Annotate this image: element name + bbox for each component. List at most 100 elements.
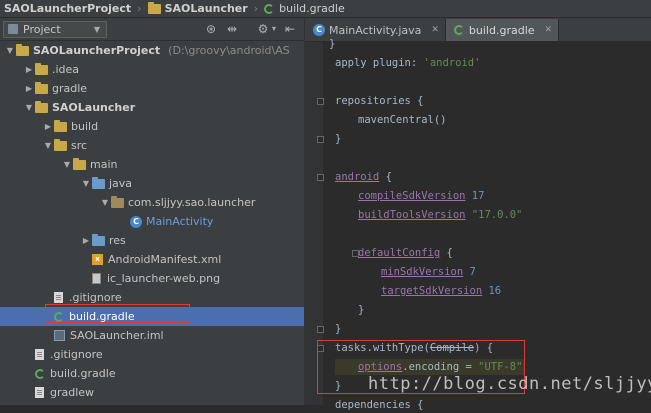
- tree-item[interactable]: ▼ java: [0, 174, 304, 193]
- code-line: }: [335, 323, 342, 335]
- tab-label: build.gradle: [468, 23, 535, 37]
- package-icon: [111, 195, 124, 208]
- folder-icon: [54, 119, 67, 132]
- folder-icon: [54, 138, 67, 151]
- class-icon: C: [130, 215, 142, 228]
- code-token: defaultConfig: [358, 247, 441, 259]
- code-token: compileSdkVersion: [358, 190, 466, 202]
- tree-item-label: build.gradle: [50, 367, 116, 380]
- tree-item[interactable]: ▼ src: [0, 136, 304, 155]
- tree-item[interactable]: SAOLauncher.iml: [0, 326, 304, 345]
- folder-icon: [35, 81, 48, 94]
- code-line: compileSdkVersion 17: [358, 188, 484, 204]
- settings-icon[interactable]: ⊛: [203, 21, 219, 37]
- tree-item[interactable]: ▶ .idea: [0, 60, 304, 79]
- breadcrumb-file-label: build.gradle: [279, 2, 345, 15]
- expand-arrow-icon[interactable]: ▼: [99, 198, 111, 207]
- folder-icon: [147, 1, 161, 14]
- fold-marker[interactable]: [317, 174, 324, 181]
- module-file-icon: [54, 330, 65, 341]
- split-icon[interactable]: ⇹: [224, 21, 240, 37]
- tree-item[interactable]: .gitignore: [0, 345, 304, 364]
- expand-arrow-icon[interactable]: ▼: [61, 160, 73, 169]
- image-file-icon: [92, 273, 101, 284]
- tree-item[interactable]: gradlew: [0, 383, 304, 402]
- tab-build-gradle[interactable]: build.gradle ✕: [445, 19, 560, 41]
- close-icon[interactable]: ✕: [431, 25, 439, 35]
- text-file-icon: [35, 387, 44, 398]
- navigation-breadcrumb: SAOLauncherProject › SAOLauncher › build…: [0, 0, 651, 18]
- code-line: targetSdkVersion 16: [381, 283, 501, 299]
- code-number: 17: [471, 190, 485, 202]
- expand-arrow-icon[interactable]: ▼: [4, 46, 16, 55]
- code-token: apply plugin: [335, 57, 411, 69]
- collapse-arrow-icon[interactable]: ▶: [80, 236, 92, 245]
- code-token: targetSdkVersion: [381, 285, 483, 297]
- tab-mainactivity[interactable]: C MainActivity.java ✕: [305, 19, 446, 41]
- tree-item[interactable]: C MainActivity: [0, 212, 304, 231]
- tree-item-label: SAOLauncher: [52, 101, 136, 114]
- source-folder-icon: [92, 233, 105, 246]
- collapse-arrow-icon[interactable]: ▶: [42, 122, 54, 131]
- tree-item[interactable]: ▶ res: [0, 231, 304, 250]
- tree-item[interactable]: build.gradle: [0, 364, 304, 383]
- collapse-arrow-icon[interactable]: ▶: [23, 84, 35, 93]
- breadcrumb-module[interactable]: SAOLauncher: [144, 0, 252, 17]
- code-string: "17.0.0": [471, 209, 523, 221]
- highlight-box: [45, 304, 190, 323]
- code-line: apply plugin: 'android': [335, 57, 481, 69]
- project-view-selector[interactable]: Project ▼: [3, 20, 107, 38]
- code-editor[interactable]: } apply plugin: 'android' repositories {…: [317, 38, 651, 411]
- breadcrumb-project[interactable]: SAOLauncherProject: [0, 0, 135, 17]
- breadcrumb-file[interactable]: build.gradle: [260, 0, 349, 17]
- code-token: dependencies: [335, 399, 411, 411]
- expand-arrow-icon[interactable]: ▼: [23, 103, 35, 112]
- fold-marker[interactable]: [317, 98, 324, 105]
- fold-marker[interactable]: [317, 136, 324, 143]
- breadcrumb-project-label: SAOLauncherProject: [4, 2, 132, 15]
- code-number: 7: [469, 266, 476, 278]
- tree-item[interactable]: x AndroidManifest.xml: [0, 250, 304, 269]
- collapse-icon[interactable]: ⇤: [282, 21, 298, 37]
- code-token: android: [335, 171, 380, 183]
- code-line: dependencies {: [335, 399, 424, 411]
- code-number: 16: [488, 285, 502, 297]
- collapse-arrow-icon[interactable]: ▶: [23, 65, 35, 74]
- tree-item-label: build: [71, 120, 99, 133]
- project-icon: [8, 24, 18, 34]
- tree-item[interactable]: ▼ SAOLauncherProject (D:\groovy\android\AS: [0, 41, 304, 60]
- code-token: mavenCentral: [358, 114, 434, 126]
- folder-icon: [35, 62, 48, 75]
- expand-arrow-icon[interactable]: ▼: [42, 141, 54, 150]
- tree-item[interactable]: ▶ build: [0, 117, 304, 136]
- project-panel-header: Project ▼ ⊛ ⇹ ⚙ ▾ ⇤: [0, 18, 304, 41]
- tree-item[interactable]: ▼ com.sljjyy.sao.launcher: [0, 193, 304, 212]
- class-icon: C: [313, 24, 325, 36]
- tree-item-label: AndroidManifest.xml: [108, 253, 222, 266]
- tree-item-label: gradlew: [50, 386, 95, 399]
- tree-item[interactable]: ▶ gradle: [0, 79, 304, 98]
- tree-item[interactable]: ▼ main: [0, 155, 304, 174]
- text-file-icon: [35, 349, 44, 360]
- code-line: minSdkVersion 7: [381, 264, 476, 280]
- tree-item[interactable]: ▼ SAOLauncher: [0, 98, 304, 117]
- tree-item-label: .gitignore: [69, 291, 122, 304]
- close-icon[interactable]: ✕: [545, 25, 553, 35]
- fold-marker[interactable]: [317, 326, 324, 333]
- code-line: }: [329, 38, 336, 50]
- tree-item-label: .gitignore: [50, 348, 103, 361]
- tree-item[interactable]: ic_launcher-web.png: [0, 269, 304, 288]
- project-tool-window: Project ▼ ⊛ ⇹ ⚙ ▾ ⇤ ▼ SAOLauncherProject(…: [0, 18, 305, 405]
- expand-arrow-icon[interactable]: ▼: [80, 179, 92, 188]
- watermark: http://blog.csdn.net/sljjyy: [368, 374, 651, 394]
- tree-item-label: ic_launcher-web.png: [107, 272, 221, 285]
- code-token: repositories: [335, 95, 411, 107]
- code-line: repositories {: [335, 95, 424, 107]
- tree-item-label: src: [71, 139, 88, 152]
- gear-dropdown-icon[interactable]: ▾: [266, 21, 282, 37]
- code-line: buildToolsVersion "17.0.0": [358, 207, 522, 223]
- code-token: minSdkVersion: [381, 266, 464, 278]
- tree-item-label: main: [90, 158, 118, 171]
- gradle-icon: [264, 3, 275, 14]
- tree-item-label: res: [109, 234, 126, 247]
